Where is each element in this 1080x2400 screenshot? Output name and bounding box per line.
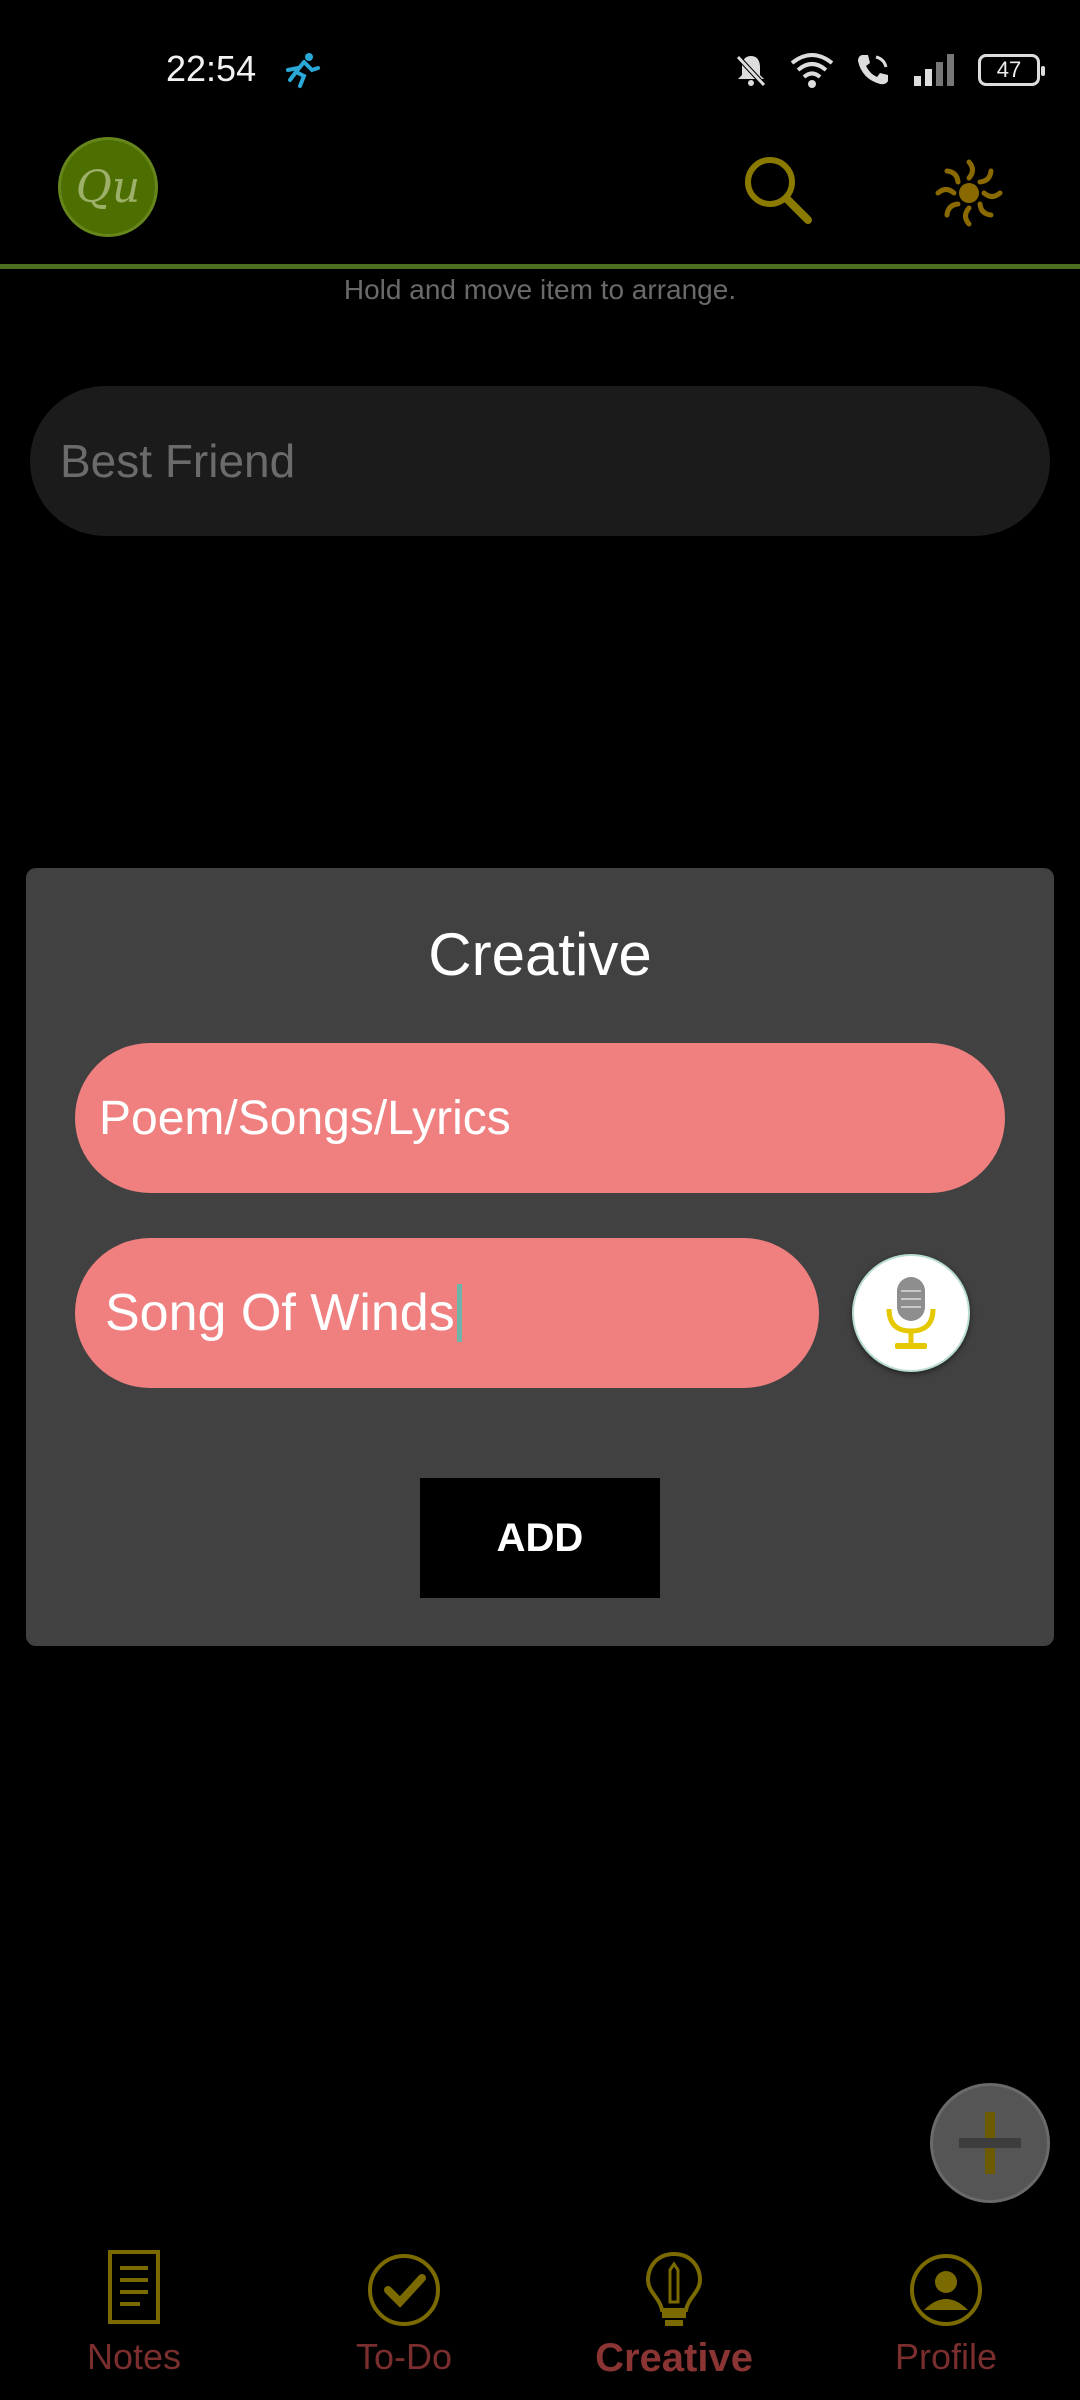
nav-label-todo: To-Do xyxy=(355,2336,453,2377)
voice-input-button[interactable] xyxy=(852,1254,970,1372)
status-time: 22:54 xyxy=(166,48,257,89)
title-input-value: Song Of Winds xyxy=(105,1284,455,1342)
theme-sun-icon[interactable] xyxy=(934,158,1004,228)
profile-icon xyxy=(910,2254,982,2326)
nav-profile[interactable]: Profile xyxy=(846,2250,1046,2378)
microphone-icon xyxy=(886,1277,936,1349)
add-button[interactable]: ADD xyxy=(420,1478,660,1598)
running-icon xyxy=(286,53,320,88)
nav-label-notes: Notes xyxy=(86,2336,182,2377)
list-item[interactable]: Best Friend xyxy=(30,386,1050,536)
notes-icon xyxy=(108,2250,160,2324)
call-icon xyxy=(858,55,888,85)
nav-creative[interactable]: Creative xyxy=(574,2250,774,2381)
title-input[interactable]: Song Of Winds xyxy=(75,1238,819,1388)
nav-todo[interactable]: To-Do xyxy=(304,2250,504,2378)
nav-label-profile: Profile xyxy=(894,2336,998,2377)
wifi-icon xyxy=(790,53,834,88)
signal-icon xyxy=(914,54,954,86)
app-logo[interactable]: Qu xyxy=(58,137,158,237)
category-value: Poem/Songs/Lyrics xyxy=(99,1091,511,1145)
battery-indicator: 47 xyxy=(978,54,1045,86)
app-bar-divider xyxy=(0,264,1080,269)
category-field[interactable]: Poem/Songs/Lyrics xyxy=(75,1043,1005,1193)
nav-label-creative: Creative xyxy=(595,2336,753,2380)
nav-notes[interactable]: Notes xyxy=(34,2250,234,2378)
plus-icon xyxy=(959,2112,1021,2174)
status-icons: 47 xyxy=(732,48,1045,92)
text-cursor xyxy=(456,1284,462,1342)
arrange-hint: Hold and move item to arrange. xyxy=(343,274,737,305)
bell-muted-icon xyxy=(736,55,766,87)
check-circle-icon xyxy=(368,2254,440,2326)
dialog-title: Creative xyxy=(428,921,652,988)
lightbulb-icon xyxy=(645,2251,703,2326)
search-icon[interactable] xyxy=(740,152,816,228)
add-fab[interactable] xyxy=(930,2083,1050,2203)
